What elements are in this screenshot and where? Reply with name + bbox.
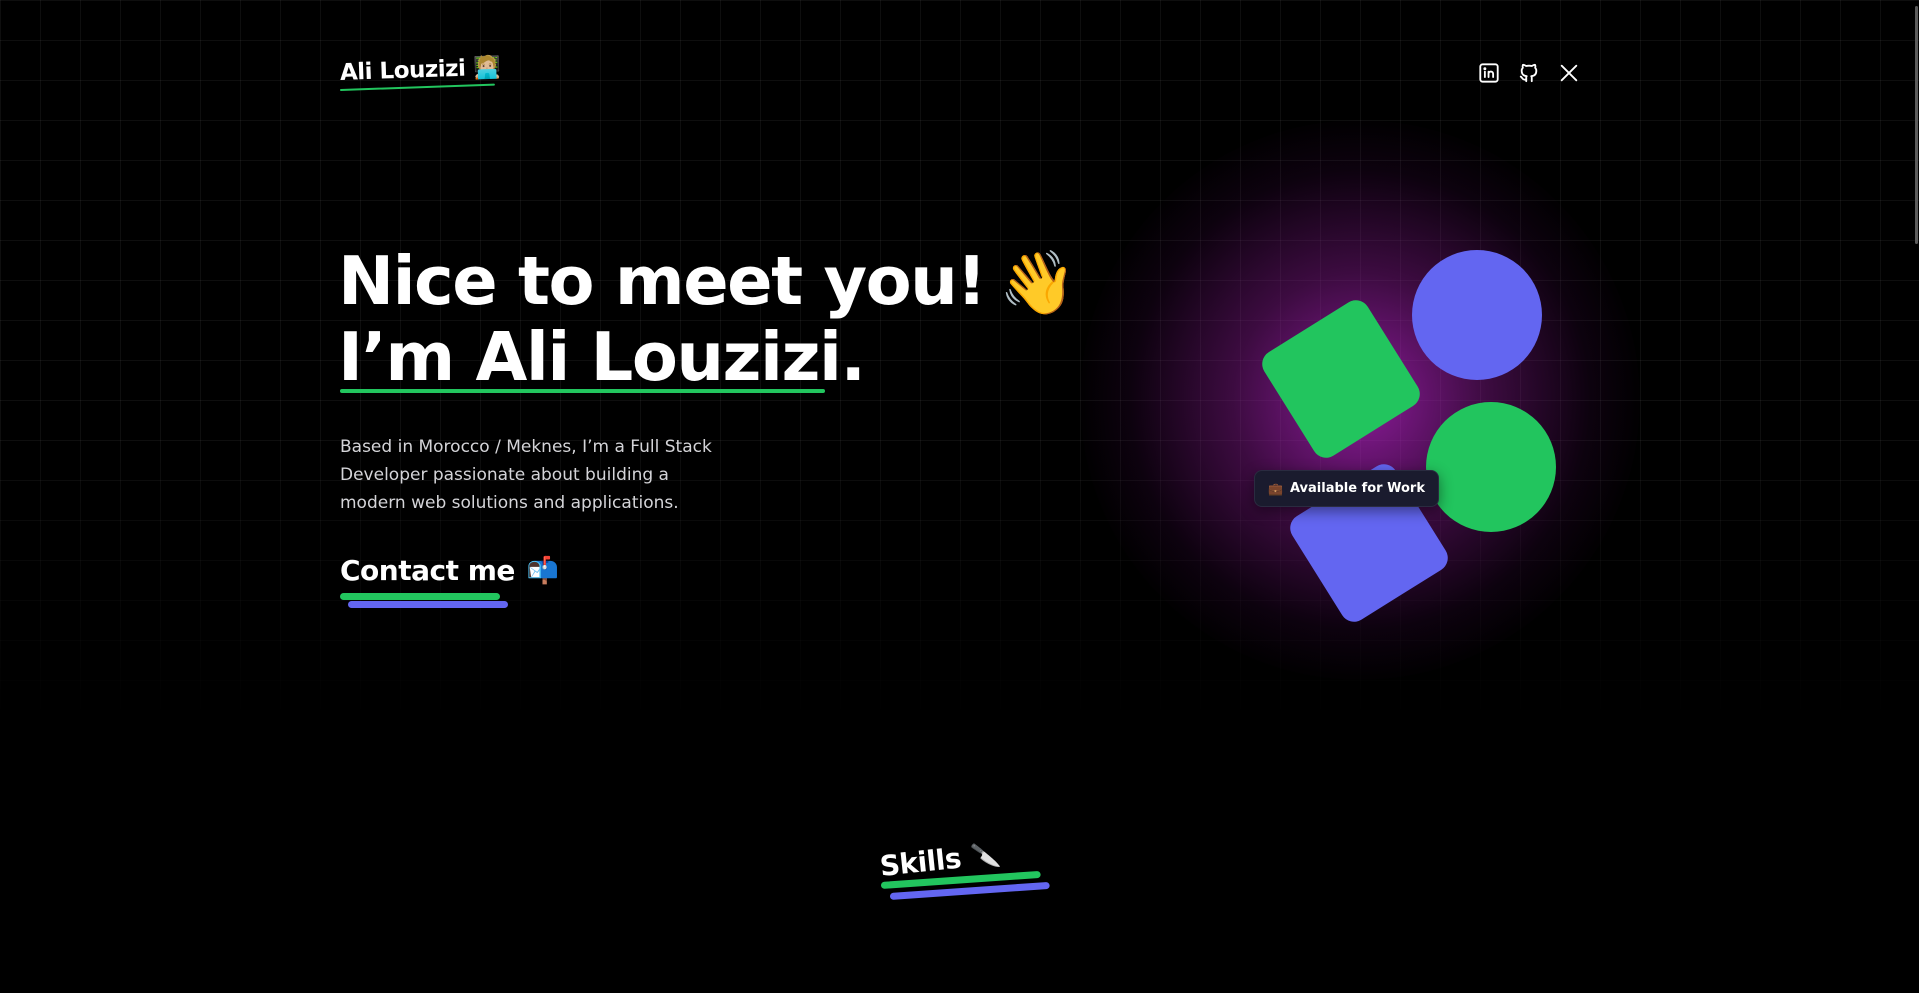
available-for-work-badge: 💼 Available for Work [1254,470,1439,507]
page-scrollbar[interactable] [1913,0,1919,993]
contact-label: Contact me [340,554,515,587]
linkedin-icon [1479,63,1499,83]
github-link[interactable] [1518,62,1540,84]
linkedin-link[interactable] [1478,62,1500,84]
contact-underline-blue [348,601,508,608]
greeting-text: Nice to meet you! [338,242,987,320]
hero-heading: Nice to meet you! 👋 I’m Ali Louzizi. [338,242,1077,396]
name-underline [340,389,825,393]
portfolio-page: Ali Louzizi 🧑🏼‍💻 Nice to meet you!👋 [0,0,1919,993]
social-links [1478,62,1580,84]
blue-circle-shape [1412,250,1542,380]
technologist-emoji-icon: 🧑🏼‍💻 [472,54,501,81]
hero-illustration: 💼 Available for Work [1080,120,1640,680]
waving-hand-emoji-icon: 👋 [999,246,1076,319]
hero-name-text: I’m Ali Louzizi. [338,318,866,396]
logo-text: Ali Louzizi [339,55,466,86]
contact-me-button[interactable]: Contact me 📬 [340,554,559,587]
badge-label: Available for Work [1289,481,1425,496]
contact-underline-green [340,593,500,600]
green-circle-shape [1426,402,1556,532]
x-twitter-link[interactable] [1558,62,1580,84]
knife-emoji-icon: 🔪 [969,839,1002,871]
briefcase-icon: 💼 [1268,481,1283,496]
mailbox-emoji-icon: 📬 [526,555,559,586]
intro-paragraph: Based in Morocco / Meknes, I’m a Full St… [340,437,712,513]
x-icon [1560,64,1578,82]
hero-line-1: Nice to meet you! 👋 [338,242,1077,320]
github-icon [1519,63,1538,83]
scrollbar-thumb[interactable] [1915,6,1918,244]
